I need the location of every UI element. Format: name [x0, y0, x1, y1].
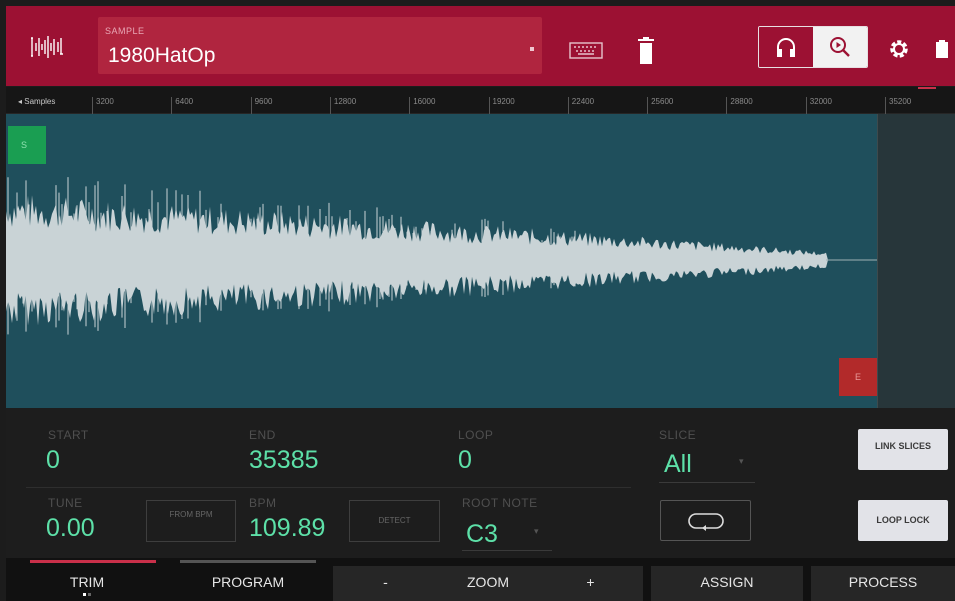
headphones-icon	[777, 38, 795, 57]
end-marker[interactable]: E	[839, 358, 877, 396]
loop-value[interactable]: 0	[458, 446, 472, 475]
trash-icon[interactable]	[638, 37, 654, 64]
trim-tab-indicator	[30, 560, 156, 563]
start-value[interactable]: 0	[46, 446, 60, 475]
sample-ruler[interactable]: ◂ Samples 3200 6400 9600 12800 16000 19200 224…	[6, 87, 955, 114]
headphones-button[interactable]	[759, 27, 813, 67]
ruler-tick: 32000	[805, 97, 832, 114]
ruler-tick: 6400	[171, 97, 193, 114]
loop-toggle-button[interactable]	[660, 500, 751, 541]
root-note-label: ROOT NOTE	[462, 496, 538, 510]
tune-label: TUNE	[48, 496, 83, 510]
bpm-value[interactable]: 109.89	[249, 514, 325, 543]
slice-underline	[659, 482, 755, 483]
ruler-tick: 16000	[409, 97, 435, 114]
zoom-play-button[interactable]	[813, 27, 867, 67]
parameter-panel: START 0 END 35385 LOOP 0 SLICE All ▾ LIN…	[6, 408, 955, 558]
waveform-envelope	[6, 195, 828, 326]
start-label: START	[48, 428, 89, 442]
slice-caret-icon: ▾	[739, 456, 744, 466]
sample-selector[interactable]: SAMPLE 1980HatOp	[98, 17, 542, 74]
monitor-toggle-group	[758, 26, 868, 68]
ruler-tick: 12800	[329, 97, 356, 114]
end-value[interactable]: 35385	[249, 446, 319, 475]
process-button[interactable]: PROCESS	[811, 566, 955, 601]
ruler-tick: 19200	[488, 97, 515, 114]
ruler-position-indicator	[918, 87, 936, 89]
detect-button[interactable]: DETECT	[349, 500, 440, 542]
keyboard-icon[interactable]	[569, 42, 603, 60]
slice-dropdown[interactable]: All	[664, 450, 692, 479]
row-divider	[26, 487, 631, 488]
loop-label: LOOP	[458, 428, 494, 442]
ruler-tick: 9600	[250, 97, 272, 114]
waveform	[6, 177, 877, 335]
assign-button[interactable]: ASSIGN	[651, 566, 803, 601]
waveform-editor-icon[interactable]	[30, 34, 64, 60]
sample-name: 1980HatOp	[108, 44, 216, 67]
ruler-tick: 3200	[92, 97, 114, 114]
sample-caption: SAMPLE	[105, 26, 145, 36]
waveform-view[interactable]: S E	[6, 114, 955, 408]
program-tab-indicator	[180, 560, 316, 563]
slice-label: SLICE	[659, 428, 697, 442]
gear-icon[interactable]	[887, 37, 911, 61]
sample-edit-screen: SAMPLE 1980HatOp ◂ Samples 3200 6400 960…	[0, 0, 955, 601]
ruler-tick: 25600	[647, 97, 673, 114]
zoom-out-button[interactable]: -	[333, 566, 438, 601]
root-note-underline	[462, 550, 552, 551]
page-dot-1	[83, 593, 86, 596]
start-marker[interactable]: S	[8, 126, 46, 164]
from-bpm-button[interactable]: FROM BPM	[146, 500, 236, 542]
ruler-tick: 22400	[567, 97, 594, 114]
bottom-toolbar: TRIM PROGRAM - ZOOM + ASSIGN PROCESS	[6, 558, 955, 601]
tab-trim[interactable]: TRIM	[6, 566, 168, 601]
tune-value[interactable]: 0.00	[46, 514, 95, 543]
dropdown-caret-icon	[530, 47, 534, 51]
end-label: END	[249, 428, 276, 442]
link-slices-button[interactable]: LINK SLICES	[858, 429, 948, 470]
loop-icon	[688, 513, 724, 531]
zoom-in-button[interactable]: +	[538, 566, 643, 601]
zoom-controls: - ZOOM +	[333, 566, 643, 601]
root-note-caret-icon: ▾	[534, 526, 539, 536]
ruler-unit-label: ◂ Samples	[18, 97, 56, 106]
speaker-icon: ◂	[18, 97, 23, 106]
zoom-label: ZOOM	[467, 574, 509, 590]
battery-icon	[936, 40, 948, 58]
header-bar: SAMPLE 1980HatOp	[6, 6, 955, 86]
ruler-tick: 28800	[726, 97, 753, 114]
page-dot-2	[88, 593, 91, 596]
bpm-label: BPM	[249, 496, 277, 510]
tab-program[interactable]: PROGRAM	[168, 566, 328, 601]
root-note-dropdown[interactable]: C3	[466, 520, 498, 549]
loop-lock-button[interactable]: LOOP LOCK	[858, 500, 948, 541]
zoom-play-icon	[830, 37, 850, 57]
out-of-range-region	[877, 114, 955, 408]
ruler-tick: 35200	[885, 97, 911, 114]
